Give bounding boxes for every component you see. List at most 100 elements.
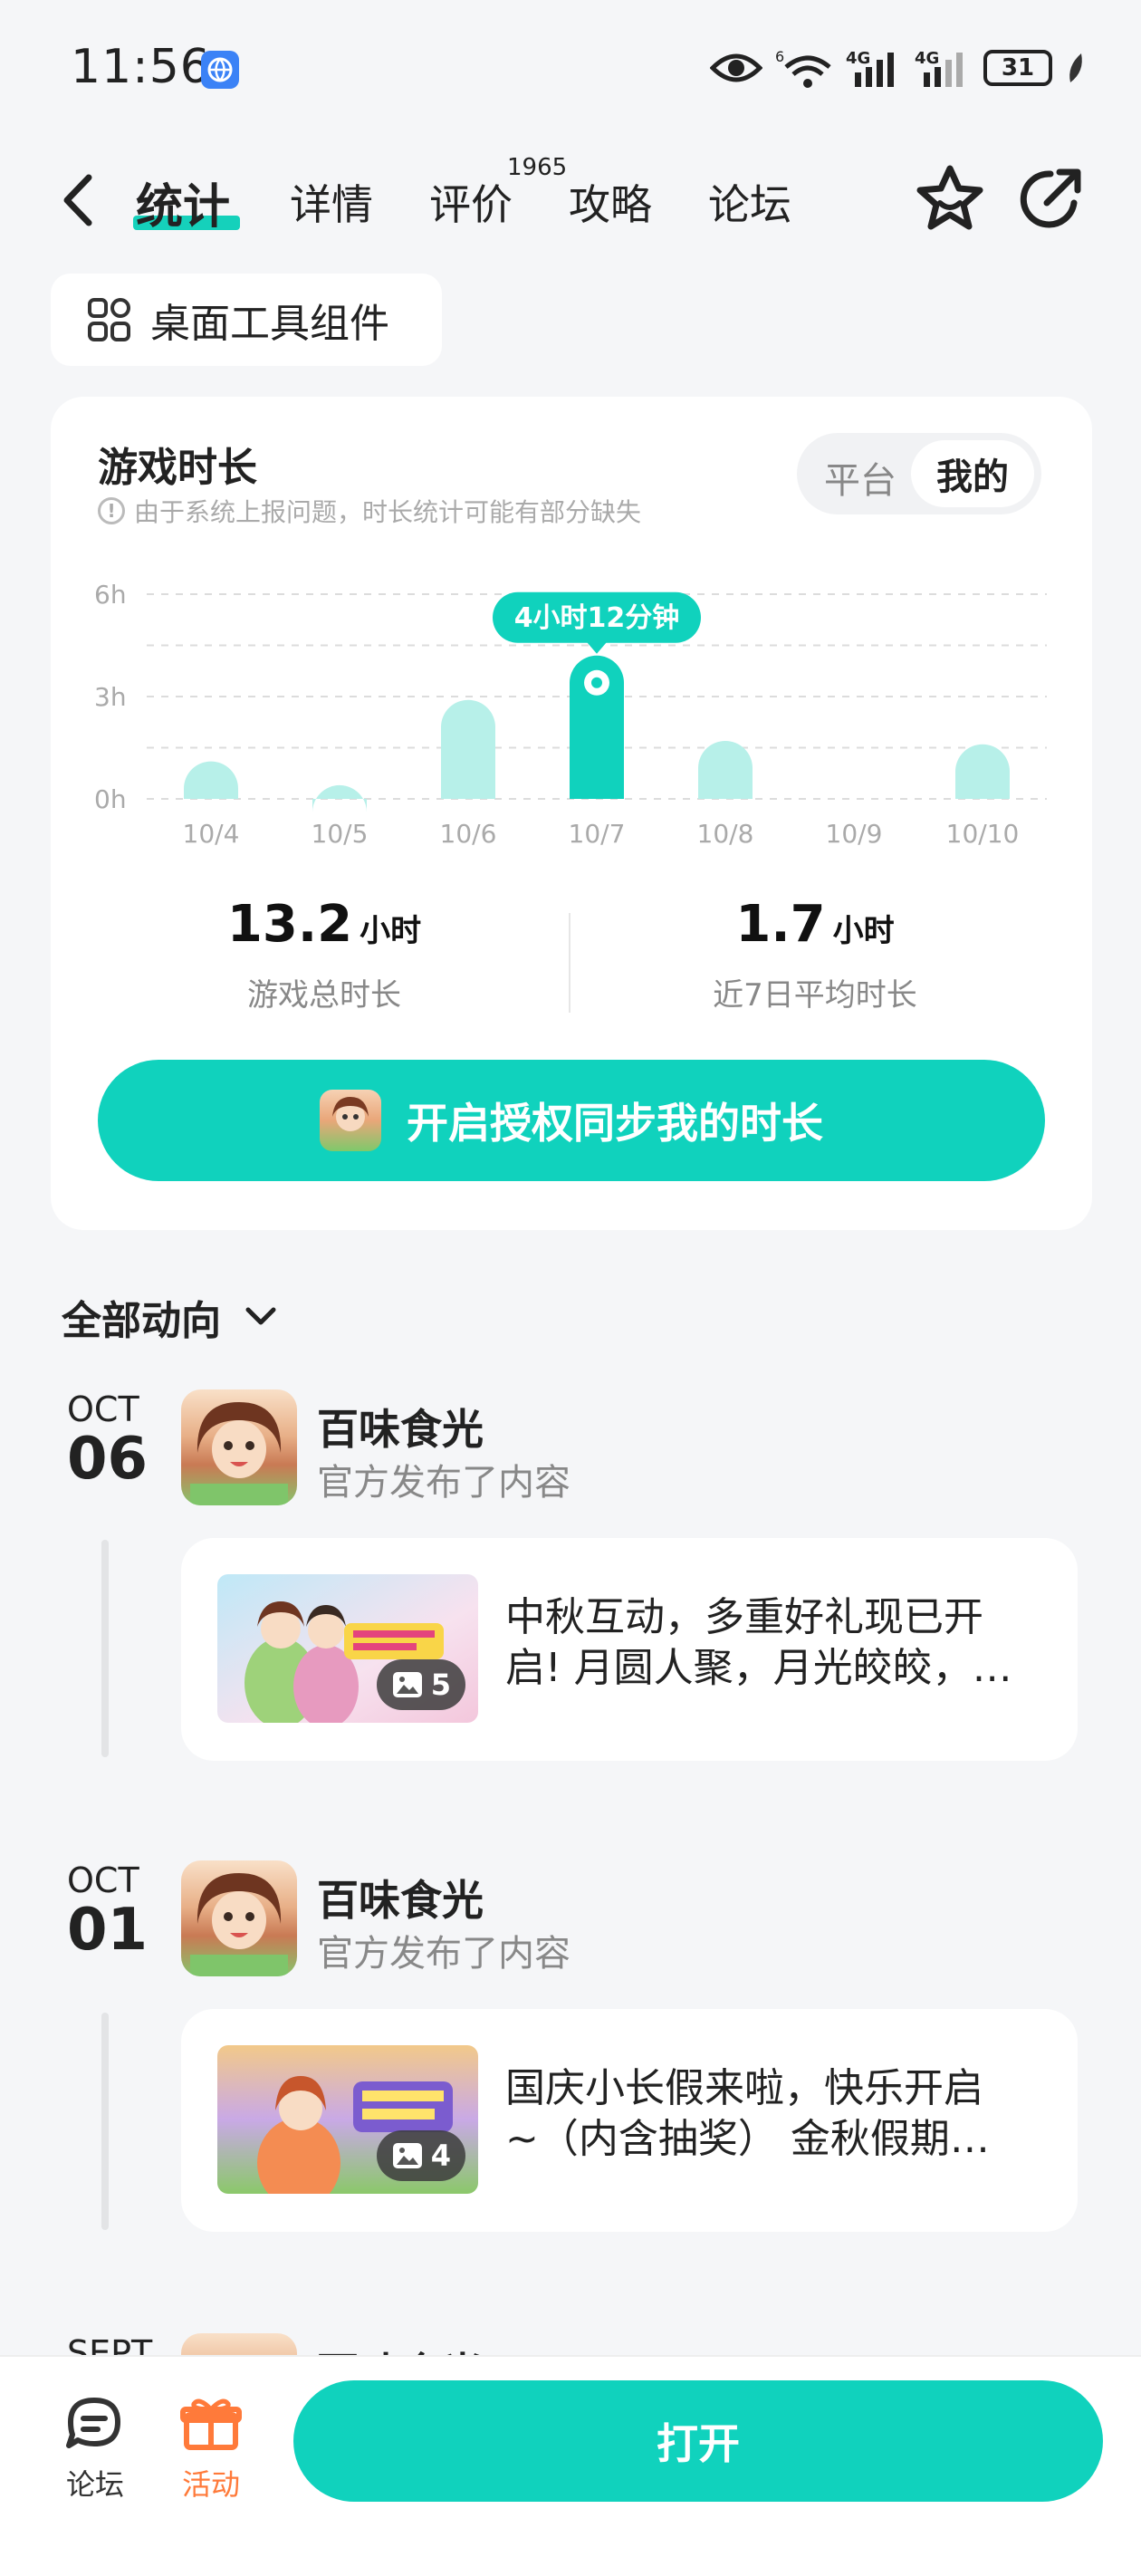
activity-button[interactable]: 活动 <box>161 2395 261 2504</box>
post-text-line: 国庆小长假来啦，快乐开启 <box>505 2065 983 2111</box>
share-icon <box>1020 168 1081 228</box>
post-text-line: 中秋互动，多重好礼现已开 <box>505 1594 983 1640</box>
game-avatar[interactable] <box>181 1860 297 1976</box>
wifi-icon: 6 <box>775 48 831 88</box>
card-title: 游戏时长 <box>98 445 257 491</box>
desktop-widget-label: 桌面工具组件 <box>150 301 389 347</box>
avg-time-unit: 小时 <box>832 913 895 949</box>
tab-guides[interactable]: 攻略 <box>569 172 652 232</box>
card-note-text: 由于系统上报问题，时长统计可能有部分缺失 <box>134 497 642 527</box>
post-thumbnail: 5 <box>217 1574 478 1723</box>
share-button[interactable] <box>1016 163 1087 234</box>
post-text: 中秋互动，多重好礼现已开 启! 月圆人聚，月光皎皎，… <box>505 1592 1049 1694</box>
widget-grid-icon <box>88 298 130 341</box>
sync-button-label: 开启授权同步我的时长 <box>407 1099 823 1148</box>
desktop-widget-button[interactable]: 桌面工具组件 <box>51 274 442 366</box>
network-label-2: 4G <box>915 49 939 68</box>
chart-bar <box>955 744 1010 799</box>
chart-xtick: 10/8 <box>697 819 754 849</box>
feed-month: OCT <box>67 1389 139 1429</box>
toggle-mine[interactable]: 我的 <box>911 440 1034 507</box>
feed-date: OCT 06 <box>67 1389 176 1493</box>
post-card[interactable]: 5 中秋互动，多重好礼现已开 启! 月圆人聚，月光皎皎，… <box>181 1538 1078 1761</box>
open-button-label: 打开 <box>657 2419 740 2468</box>
play-time-chart: 0h 3h 6h 10/4 10/5 10/6 4小时12分钟 10/7 10/8 10/9 10/… <box>94 580 1047 849</box>
game-avatar <box>320 1090 381 1151</box>
chart-xtick: 10/4 <box>183 819 240 849</box>
status-time: 11:56 <box>71 40 211 94</box>
toggle-platform[interactable]: 平台 <box>824 451 896 504</box>
chart-xtick: 10/9 <box>826 819 883 849</box>
review-count-badge: 1965 <box>507 154 568 181</box>
chart-bar <box>698 740 753 799</box>
chart-bar <box>312 784 367 812</box>
activity-label: 活动 <box>181 2467 240 2502</box>
avg-time-stat: 1.7 小时 近7日平均时长 <box>570 895 1060 1014</box>
open-game-button[interactable]: 打开 <box>293 2380 1103 2502</box>
tab-details[interactable]: 详情 <box>290 172 373 232</box>
forum-label: 论坛 <box>65 2467 124 2502</box>
leaf-icon <box>1069 53 1082 82</box>
feed-filter-label: 全部动向 <box>62 1298 221 1344</box>
game-name[interactable]: 百味食光 <box>317 1397 484 1456</box>
info-icon: ! <box>98 497 125 524</box>
total-time-label: 游戏总时长 <box>247 977 401 1014</box>
back-button[interactable] <box>56 168 101 232</box>
chart-bar-marker-dot <box>591 677 602 688</box>
feed-filter-dropdown[interactable]: 全部动向 <box>62 1288 279 1346</box>
chart-xtick: 10/6 <box>440 819 497 849</box>
tab-reviews[interactable]: 评价 <box>429 172 513 232</box>
eye-icon <box>710 53 762 82</box>
post-card[interactable]: 4 国庆小长假来啦，快乐开启 ~（内含抽奖） 金秋假期… <box>181 2009 1078 2232</box>
chart-tooltip-arrow <box>586 640 608 654</box>
source-toggle: 平台 我的 <box>797 433 1041 514</box>
image-icon <box>392 1672 422 1697</box>
chart-ytick: 3h <box>94 682 127 712</box>
network-label-1: 4G <box>846 49 870 68</box>
chart-bar <box>184 761 238 799</box>
game-avatar[interactable] <box>181 1389 297 1505</box>
signal-icon: 4G <box>915 49 963 87</box>
bottom-action-bar: 论坛 活动 打开 <box>0 2355 1141 2576</box>
chart-xtick: 10/10 <box>946 819 1020 849</box>
sync-authorize-button[interactable]: 开启授权同步我的时长 <box>98 1060 1045 1181</box>
image-count-badge: 5 <box>376 1659 465 1710</box>
play-time-card: 游戏时长 ! 由于系统上报问题，时长统计可能有部分缺失 平台 我的 0h 3h 6h… <box>51 397 1092 1230</box>
post-text-line: ~（内含抽奖） 金秋假期… <box>505 2116 990 2162</box>
signal-icon: 4G <box>846 49 894 87</box>
image-count: 5 <box>430 1668 451 1702</box>
chart-ytick: 0h <box>94 784 127 814</box>
star-icon <box>916 165 983 230</box>
tab-forum[interactable]: 论坛 <box>708 172 791 232</box>
feed-date: OCT 01 <box>67 1860 176 1964</box>
avg-time-label: 近7日平均时长 <box>713 977 917 1014</box>
card-note: ! 由于系统上报问题，时长统计可能有部分缺失 <box>98 493 641 529</box>
favorite-button[interactable] <box>913 161 987 235</box>
total-time-value: 13.2 <box>226 895 353 954</box>
top-nav: 统计 详情 评价 1965 攻略 论坛 <box>0 145 1141 254</box>
status-icons: 6 4G 4G 31 <box>710 47 1087 89</box>
chart-ytick: 6h <box>94 580 127 610</box>
chevron-left-icon <box>63 174 92 226</box>
battery-icon: 31 <box>983 50 1052 86</box>
forum-button[interactable]: 论坛 <box>45 2395 145 2504</box>
forum-chat-icon <box>66 2398 120 2448</box>
browser-globe-icon <box>201 51 239 89</box>
tab-stats[interactable]: 统计 <box>136 168 230 236</box>
tab-label: 统计 <box>136 180 231 235</box>
chart-xtick: 10/7 <box>569 819 626 849</box>
timeline-line <box>101 1540 109 1757</box>
feed-day: 06 <box>67 1426 149 1493</box>
wifi-label: 6 <box>775 48 784 65</box>
image-icon <box>392 2143 422 2168</box>
chart-xtick: 10/5 <box>312 819 369 849</box>
feed-action: 官方发布了内容 <box>317 1933 570 1975</box>
feed-day: 01 <box>67 1897 149 1964</box>
gift-icon <box>180 2398 242 2450</box>
post-text-line: 启! 月圆人聚，月光皎皎，… <box>505 1645 1012 1691</box>
total-time-stat: 13.2 小时 游戏总时长 <box>80 895 569 1014</box>
timeline-line <box>101 2013 109 2230</box>
feed-action: 官方发布了内容 <box>317 1462 570 1504</box>
game-name[interactable]: 百味食光 <box>317 1868 484 1927</box>
avg-time-value: 1.7 <box>735 895 826 954</box>
